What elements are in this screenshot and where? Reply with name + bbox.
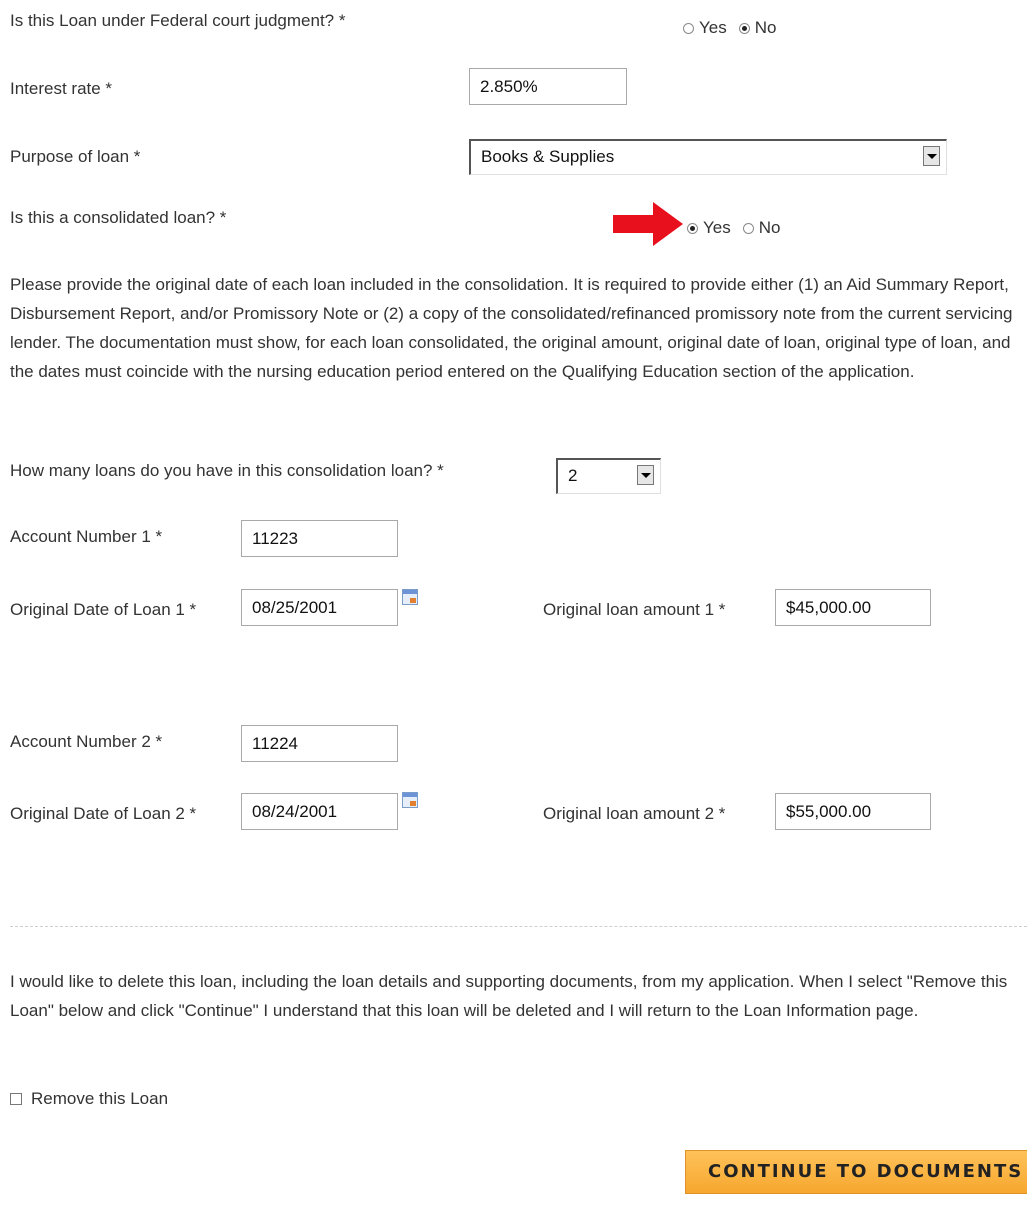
interest-rate-input[interactable]: 2.850%	[469, 68, 627, 105]
radio-label-no: No	[754, 18, 777, 37]
remove-loan-option[interactable]: Remove this Loan	[10, 1088, 168, 1110]
calendar-icon[interactable]	[402, 589, 418, 605]
consolidation-instructions: Please provide the original date of each…	[10, 275, 1013, 381]
radio-button[interactable]	[742, 222, 754, 234]
federal-judgment-no[interactable]: No	[738, 18, 777, 38]
account-number-2-input[interactable]: 11224	[241, 725, 398, 762]
consolidated-radio-group: Yes No	[687, 218, 792, 238]
purpose-label: Purpose of loan *	[10, 147, 141, 166]
loan-count-label: How many loans do you have in this conso…	[10, 461, 444, 480]
radio-button[interactable]	[683, 22, 694, 34]
account-number-1-input[interactable]: 11223	[241, 520, 398, 557]
chevron-down-icon[interactable]	[637, 465, 654, 485]
original-date-1-input[interactable]: 08/25/2001	[241, 589, 398, 626]
federal-judgment-yes[interactable]: Yes	[683, 18, 727, 38]
loan-details-form: Is this Loan under Federal court judgmen…	[0, 0, 1027, 1205]
annotation-arrow-icon	[613, 202, 683, 246]
original-amount-2-label: Original loan amount 2 *	[543, 804, 726, 823]
purpose-select[interactable]: Books & Supplies	[469, 139, 947, 175]
purpose-selected-value: Books & Supplies	[481, 147, 615, 166]
account-number-1-label: Account Number 1 *	[10, 527, 163, 546]
interest-rate-label: Interest rate *	[10, 79, 113, 98]
delete-instructions: I would like to delete this loan, includ…	[10, 972, 1008, 1020]
radio-button[interactable]	[687, 222, 698, 234]
remove-loan-checkbox[interactable]	[10, 1093, 22, 1105]
section-divider	[10, 926, 1027, 927]
calendar-icon[interactable]	[402, 792, 418, 808]
chevron-down-icon[interactable]	[923, 146, 940, 166]
original-date-1-label: Original Date of Loan 1 *	[10, 600, 197, 619]
original-amount-1-input[interactable]: $45,000.00	[775, 589, 931, 626]
original-date-2-label: Original Date of Loan 2 *	[10, 804, 197, 823]
federal-judgment-question: Is this Loan under Federal court judgmen…	[10, 11, 346, 30]
radio-label-no: No	[758, 218, 781, 237]
radio-label-yes: Yes	[699, 18, 727, 37]
account-number-2-label: Account Number 2 *	[10, 732, 163, 751]
consolidated-yes[interactable]: Yes	[687, 218, 731, 238]
continue-to-documents-button[interactable]: CONTINUE TO DOCUMENTS	[685, 1150, 1027, 1194]
consolidated-no[interactable]: No	[742, 218, 781, 238]
loan-count-value: 2	[568, 466, 578, 485]
radio-label-yes: Yes	[703, 218, 731, 237]
consolidated-question: Is this a consolidated loan? *	[10, 208, 227, 227]
loan-count-select[interactable]: 2	[556, 458, 661, 494]
radio-button[interactable]	[738, 22, 750, 34]
original-amount-2-input[interactable]: $55,000.00	[775, 793, 931, 830]
original-amount-1-label: Original loan amount 1 *	[543, 600, 726, 619]
remove-loan-label: Remove this Loan	[31, 1089, 169, 1108]
original-date-2-input[interactable]: 08/24/2001	[241, 793, 398, 830]
federal-judgment-radio-group: Yes No	[683, 18, 788, 38]
